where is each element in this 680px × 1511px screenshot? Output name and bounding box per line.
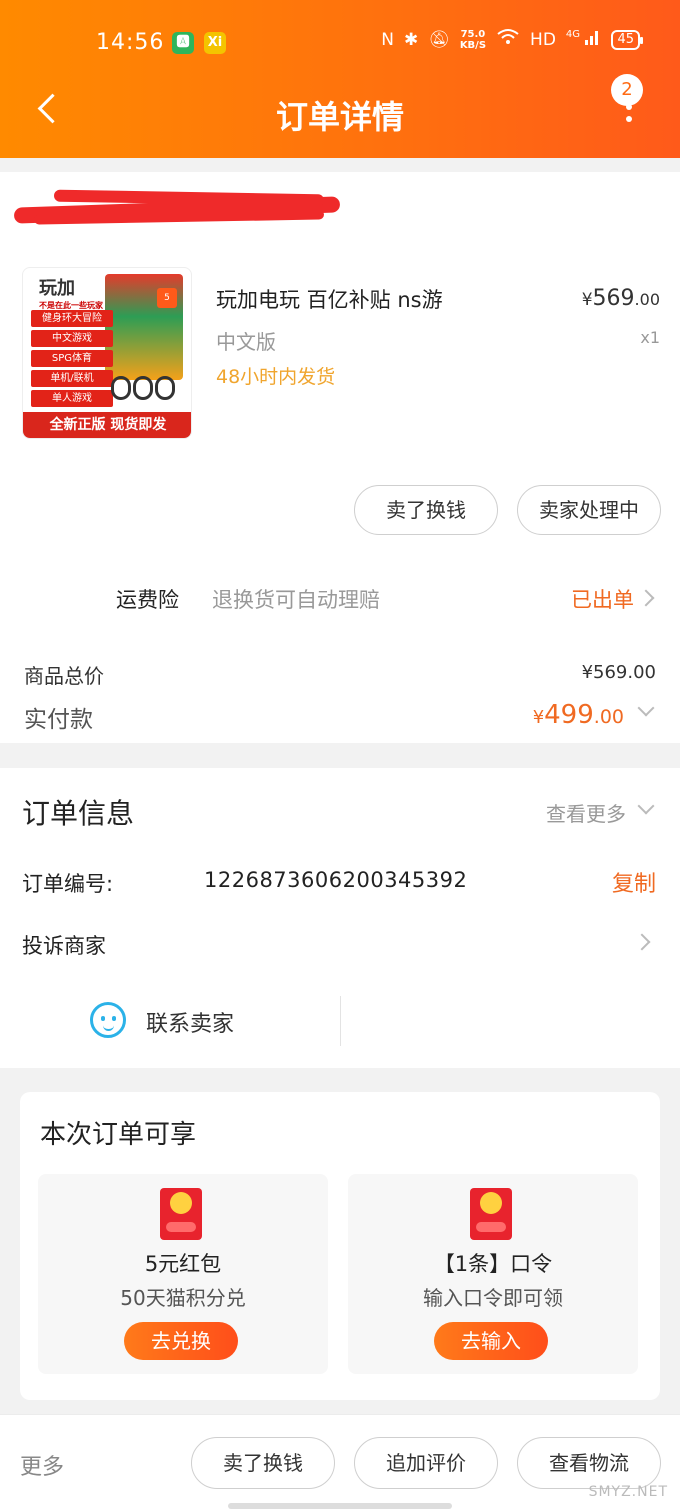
wifi-icon — [496, 28, 520, 51]
price-integer: 569 — [592, 286, 635, 311]
goods-total-label: 商品总价 — [24, 664, 104, 688]
status-bar: 14:56 🅰 Xi Ν ✱ 🔕︎ 75.0 KB/S HD 4G 45 — [0, 22, 680, 62]
contact-seller-label: 联系卖家 — [146, 1012, 235, 1037]
signal-type: 4G — [565, 29, 581, 40]
chevron-down-icon[interactable] — [637, 797, 655, 815]
paid-integer: 499 — [544, 700, 594, 730]
benefit-red-packet: 5元红包 50天猫积分兑 去兑换 — [38, 1174, 328, 1374]
shipping-insurance-status[interactable]: 已出单 — [571, 584, 634, 614]
paid-currency: ¥ — [532, 707, 545, 728]
chat-bubble-icon — [90, 1002, 126, 1038]
ring-accessory-image — [111, 376, 181, 402]
view-logistics-button[interactable]: 查看物流 — [517, 1437, 661, 1489]
chevron-right-icon[interactable] — [637, 589, 655, 607]
thumb-tag: 单机/联机 — [31, 370, 113, 387]
more-dots-icon — [626, 104, 632, 110]
benefit-name: 5元红包 — [144, 1252, 222, 1276]
home-indicator[interactable] — [228, 1503, 452, 1509]
goods-total-value: ¥569.00 — [581, 662, 656, 683]
hd-indicator: HD — [530, 29, 556, 50]
app-notification-icon: 🅰 — [172, 32, 194, 54]
sell-for-cash-button[interactable]: 卖了换钱 — [354, 485, 498, 535]
benefit-passcode: 【1条】口令 输入口令即可领 去输入 — [348, 1174, 638, 1374]
benefit-desc: 50天猫积分兑 — [120, 1286, 246, 1310]
amount-paid-label: 实付款 — [24, 707, 93, 733]
mute-icon: 🔕︎ — [428, 29, 450, 50]
shipping-insurance-desc: 退换货可自动理赔 — [212, 588, 380, 612]
add-review-button[interactable]: 追加评价 — [354, 1437, 498, 1489]
product-variant: 中文版 — [216, 330, 276, 354]
seller-name-redacted — [13, 186, 341, 226]
nav-bar: 订单详情 2 — [0, 74, 680, 148]
red-packet-icon — [470, 1188, 512, 1240]
battery-icon: 45 — [611, 29, 643, 50]
shipping-insurance-label: 运费险 — [116, 588, 179, 612]
shipping-note: 48小时内发货 — [216, 366, 336, 388]
status-time: 14:56 — [96, 30, 165, 55]
order-number-label: 订单编号: — [22, 872, 114, 896]
system-icons: Ν ✱ 🔕︎ 75.0 KB/S HD 4G 45 — [381, 28, 643, 51]
more-menu-button[interactable]: 2 — [610, 74, 650, 138]
redeem-button[interactable]: 去兑换 — [124, 1322, 238, 1360]
order-number-value: 1226873606200345392 — [204, 868, 468, 892]
network-speed: 75.0 KB/S — [460, 29, 486, 51]
thumb-brand-name: 玩加 — [39, 278, 75, 299]
thumb-tag: SPG体育 — [31, 350, 113, 367]
paid-cents: .00 — [593, 706, 624, 728]
chevron-right-icon[interactable] — [633, 933, 651, 951]
network-speed-value: 75.0 — [460, 28, 486, 40]
amount-paid-value: ¥499.00 — [533, 700, 624, 730]
thumb-brand: 玩加 不是在此一些玩家 — [39, 274, 103, 311]
thumb-tag-list: 健身环大冒险 中文游戏 SPG体育 单机/联机 单人游戏 — [31, 310, 113, 410]
thumb-tag: 健身环大冒险 — [31, 310, 113, 327]
benefits-title: 本次订单可享 — [40, 1120, 197, 1150]
product-thumbnail[interactable]: 玩加 不是在此一些玩家 5 健身环大冒险 中文游戏 SPG体育 单机/联机 单人… — [22, 267, 192, 439]
watermark: SMYZ.NET — [588, 1484, 668, 1500]
more-actions-link[interactable]: 更多 — [20, 1449, 64, 1481]
thumb-tag: 中文游戏 — [31, 330, 113, 347]
order-product-card: 玩加 不是在此一些玩家 5 健身环大冒险 中文游戏 SPG体育 单机/联机 单人… — [0, 158, 680, 743]
order-info-card: 订单信息 查看更多 订单编号: 1226873606200345392 复制 投… — [0, 768, 680, 1068]
chevron-down-icon[interactable] — [637, 699, 655, 717]
view-more-link[interactable]: 查看更多 — [546, 798, 626, 827]
copy-order-number-button[interactable]: 复制 — [612, 866, 656, 898]
bottom-action-bar: 更多 卖了换钱 追加评价 查看物流 — [0, 1414, 680, 1511]
seller-processing-button[interactable]: 卖家处理中 — [517, 485, 661, 535]
message-count-badge: 2 — [611, 74, 643, 106]
enter-code-button[interactable]: 去输入 — [434, 1322, 548, 1360]
thumb-box-badge: 5 — [157, 288, 177, 308]
benefit-desc: 输入口令即可领 — [423, 1286, 563, 1310]
nfc-icon: Ν — [381, 29, 394, 50]
product-quantity: x1 — [640, 328, 660, 347]
app-notification-icon: Xi — [204, 32, 226, 54]
benefit-name: 【1条】口令 — [433, 1252, 553, 1276]
bluetooth-icon: ✱ — [403, 29, 419, 50]
divider — [340, 996, 341, 1046]
product-price: ¥569.00 — [582, 286, 660, 311]
signal-icon: 4G — [566, 29, 602, 50]
network-speed-unit: KB/S — [459, 39, 487, 51]
page-title: 订单详情 — [275, 98, 404, 136]
price-currency: ¥ — [581, 290, 593, 310]
header: 14:56 🅰 Xi Ν ✱ 🔕︎ 75.0 KB/S HD 4G 45 订单详… — [0, 0, 680, 158]
red-packet-icon — [160, 1188, 202, 1240]
price-cents: .00 — [634, 290, 660, 309]
thumb-tag: 单人游戏 — [31, 390, 113, 407]
thumb-footer: 全新正版 现货即发 — [23, 412, 191, 438]
order-benefits-card: 本次订单可享 5元红包 50天猫积分兑 去兑换 【1条】口令 输入口令即可领 去… — [20, 1092, 660, 1400]
order-info-title: 订单信息 — [22, 797, 135, 830]
product-title[interactable]: 玩加电玩 百亿补贴 ns游 — [216, 284, 443, 314]
complain-seller-link[interactable]: 投诉商家 — [22, 930, 106, 960]
sell-for-cash-button[interactable]: 卖了换钱 — [191, 1437, 335, 1489]
